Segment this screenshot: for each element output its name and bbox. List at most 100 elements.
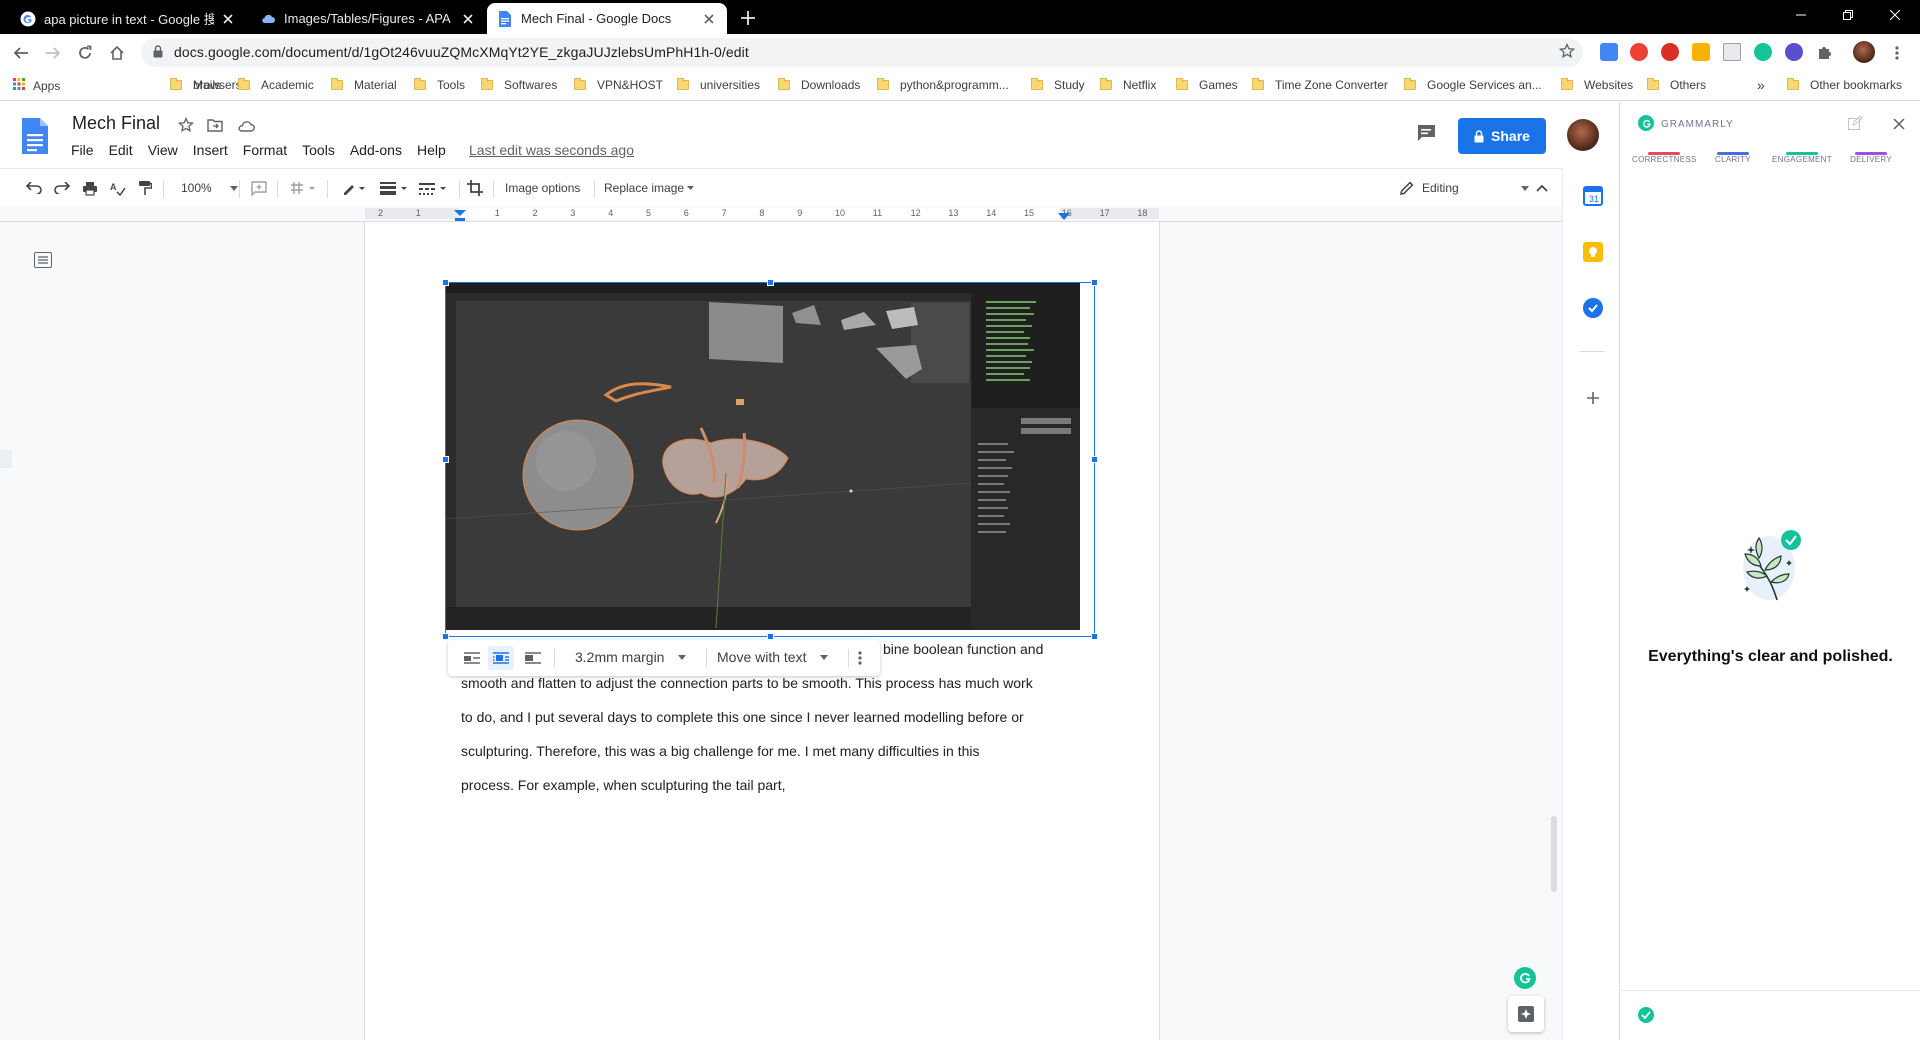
horizontal-ruler[interactable]: 21123456789101112131415161718 [0, 206, 1562, 222]
position-select[interactable]: Move with text [717, 649, 829, 665]
break-text-icon[interactable] [521, 649, 545, 667]
body-text-line[interactable]: process. For example, when sculpturing t… [461, 777, 786, 793]
share-button[interactable]: Share [1458, 118, 1546, 154]
bookmark-folder-academic[interactable]: Academic [238, 78, 314, 92]
menu-edit[interactable]: Edit [109, 142, 133, 158]
cloud-saved-icon[interactable] [237, 119, 255, 137]
resize-handle[interactable] [1091, 633, 1098, 640]
document-outline-icon[interactable] [34, 252, 52, 273]
margin-select[interactable]: 3.2mm margin [575, 649, 687, 665]
address-bar[interactable]: docs.google.com/document/d/1gOt246vuuZQM… [141, 38, 1583, 67]
resize-handle[interactable] [1091, 279, 1098, 286]
menu-tools[interactable]: Tools [302, 142, 335, 158]
replace-image-button[interactable]: Replace image [604, 178, 695, 198]
more-menu-icon[interactable] [1884, 40, 1910, 66]
menu-view[interactable]: View [148, 142, 178, 158]
bookmark-folder-others[interactable]: Others [1647, 78, 1706, 92]
new-tab-button[interactable] [736, 6, 760, 30]
menu-file[interactable]: File [71, 142, 94, 158]
bookmark-star-icon[interactable] [1558, 42, 1576, 64]
spell-check-icon[interactable]: A [110, 178, 126, 198]
browser-tab-mech-final[interactable]: Mech Final - Google Docs [487, 3, 727, 34]
reload-icon[interactable] [72, 40, 98, 66]
border-color-icon[interactable] [342, 178, 368, 198]
comments-icon[interactable] [1416, 124, 1436, 147]
menu-insert[interactable]: Insert [193, 142, 228, 158]
browser-tab-apa[interactable]: Images/Tables/Figures - APA 6th [250, 3, 486, 34]
paint-format-icon[interactable] [138, 178, 152, 198]
bookmark-folder-vpn[interactable]: VPN&HOST [574, 78, 663, 92]
get-addons-plus-icon[interactable] [1583, 388, 1603, 408]
border-weight-icon[interactable] [380, 178, 410, 198]
account-avatar[interactable] [1567, 119, 1599, 151]
resize-handle[interactable] [767, 279, 774, 286]
selected-image[interactable] [442, 279, 1098, 640]
redo-icon[interactable] [54, 178, 70, 198]
category-correctness[interactable]: CORRECTNESS [1632, 155, 1696, 164]
wrap-inline-icon[interactable] [460, 649, 484, 667]
vertical-scrollbar[interactable] [1551, 816, 1557, 892]
tasks-icon[interactable] [1583, 298, 1603, 318]
adblock-plus-icon[interactable] [1661, 43, 1679, 61]
resize-handle[interactable] [442, 633, 449, 640]
bookmark-other-bookmarks[interactable]: Other bookmarks [1787, 78, 1902, 92]
bookmark-folder-games[interactable]: Games [1176, 78, 1238, 92]
shield-extension-icon[interactable] [1692, 43, 1710, 61]
restore-icon[interactable] [1825, 0, 1871, 30]
border-dash-icon[interactable] [419, 178, 449, 198]
forward-icon[interactable] [40, 40, 66, 66]
add-comment-icon[interactable] [251, 178, 267, 198]
calendar-icon[interactable]: 31 [1583, 186, 1603, 206]
more-options-icon[interactable] [858, 650, 862, 671]
bookmark-folder-timezone[interactable]: Time Zone Converter [1252, 78, 1388, 92]
keep-icon[interactable] [1583, 242, 1603, 262]
profile-avatar[interactable] [1853, 41, 1875, 63]
explore-button[interactable] [1508, 996, 1544, 1032]
grammarly-edit-icon[interactable] [1848, 115, 1863, 135]
image-options-button[interactable]: Image options [505, 178, 580, 198]
category-engagement[interactable]: ENGAGEMENT [1770, 155, 1834, 164]
zoom-select[interactable]: 100% [181, 178, 238, 198]
close-tab-icon[interactable] [460, 11, 476, 27]
bookmark-folder-mails[interactable]: Mails [170, 78, 221, 92]
reader-extension-icon[interactable] [1723, 43, 1741, 61]
menu-format[interactable]: Format [243, 142, 287, 158]
undo-icon[interactable] [26, 178, 42, 198]
close-tab-icon[interactable] [701, 11, 717, 27]
star-icon[interactable] [177, 116, 195, 138]
bookmark-folder-downloads[interactable]: Downloads [778, 78, 860, 92]
editing-mode-select[interactable]: Editing [1400, 178, 1529, 198]
category-delivery[interactable]: DELIVERY [1839, 155, 1903, 164]
bookmark-folder-universities[interactable]: universities [677, 78, 760, 92]
resize-handle[interactable] [1091, 456, 1098, 463]
resize-handle[interactable] [442, 456, 449, 463]
crop-image-icon[interactable] [467, 178, 483, 198]
bookmark-folder-tools[interactable]: Tools [414, 78, 465, 92]
resize-handle[interactable] [442, 279, 449, 286]
menu-help[interactable]: Help [417, 142, 446, 158]
translate-extension-icon[interactable] [1600, 43, 1618, 61]
body-text-line[interactable]: smooth and flatten to adjust the connect… [461, 675, 1033, 691]
grammarly-extension-icon[interactable] [1754, 43, 1772, 61]
bookmark-folder-python[interactable]: python&programm... [877, 78, 1009, 92]
puzzle-extensions-icon[interactable] [1816, 43, 1834, 61]
menu-addons[interactable]: Add-ons [350, 142, 402, 158]
bookmark-folder-softwares[interactable]: Softwares [481, 78, 557, 92]
close-tab-icon[interactable] [220, 11, 236, 27]
grid-icon[interactable] [290, 178, 316, 198]
bookmark-folder-websites[interactable]: Websites [1561, 78, 1633, 92]
body-text-line[interactable]: to do, and I put several days to complet… [461, 709, 1024, 725]
minimize-icon[interactable] [1778, 0, 1824, 30]
close-panel-icon[interactable] [1893, 117, 1905, 135]
bookmark-apps[interactable]: Apps [13, 78, 60, 93]
last-edit-link[interactable]: Last edit was seconds ago [469, 142, 634, 158]
move-to-folder-icon[interactable] [207, 118, 223, 137]
docs-logo-icon[interactable] [22, 118, 48, 159]
bookmark-folder-study[interactable]: Study [1031, 78, 1085, 92]
bookmark-folder-netflix[interactable]: Netflix [1100, 78, 1156, 92]
bookmarks-overflow-button[interactable]: » [1757, 77, 1765, 93]
back-icon[interactable] [8, 40, 34, 66]
document-title[interactable]: Mech Final [72, 113, 160, 134]
collapse-menus-icon[interactable] [1536, 178, 1548, 198]
grammarly-floating-icon[interactable] [1514, 967, 1536, 989]
